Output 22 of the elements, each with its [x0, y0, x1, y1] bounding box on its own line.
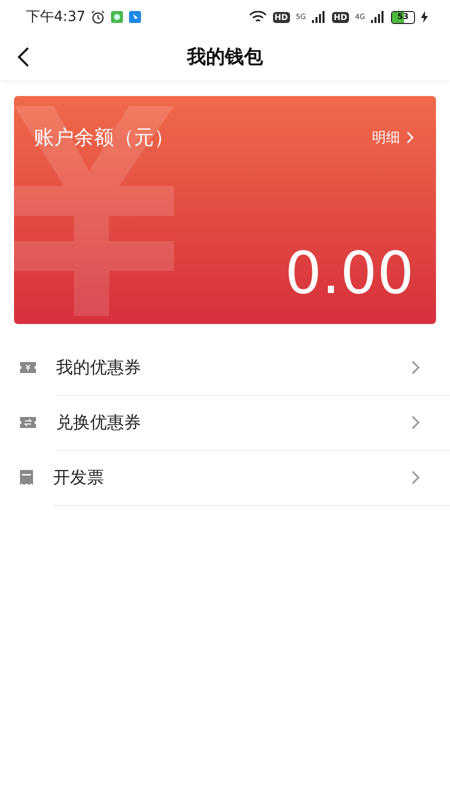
balance-label: 账户余额（元） — [34, 124, 174, 151]
receipt-icon — [20, 470, 33, 485]
app-icon — [111, 11, 124, 23]
menu-item[interactable]: 我的优惠券 — [56, 356, 411, 378]
chevron-right-icon — [406, 131, 414, 144]
ticket-icon — [20, 362, 36, 373]
status-time: 下午4:37 — [26, 8, 86, 26]
menu-item[interactable]: 兑换优惠券 — [56, 410, 411, 434]
hd-badge: HD — [332, 12, 350, 22]
page-title: 我的钱包 — [187, 45, 263, 70]
app-icon — [129, 11, 142, 23]
alarm-icon — [91, 10, 106, 24]
hd-badge: HD — [272, 12, 290, 22]
menu-item[interactable]: 开发票 — [53, 466, 411, 488]
chevron-right-icon — [411, 470, 420, 484]
ticket-icon — [20, 417, 36, 428]
wifi-icon — [248, 10, 267, 24]
chevron-right-icon — [411, 360, 420, 374]
signal-icon — [312, 11, 326, 23]
balance-amount: 0.00 — [284, 244, 414, 302]
chevron-right-icon — [411, 414, 420, 430]
signal-icon — [371, 11, 385, 23]
